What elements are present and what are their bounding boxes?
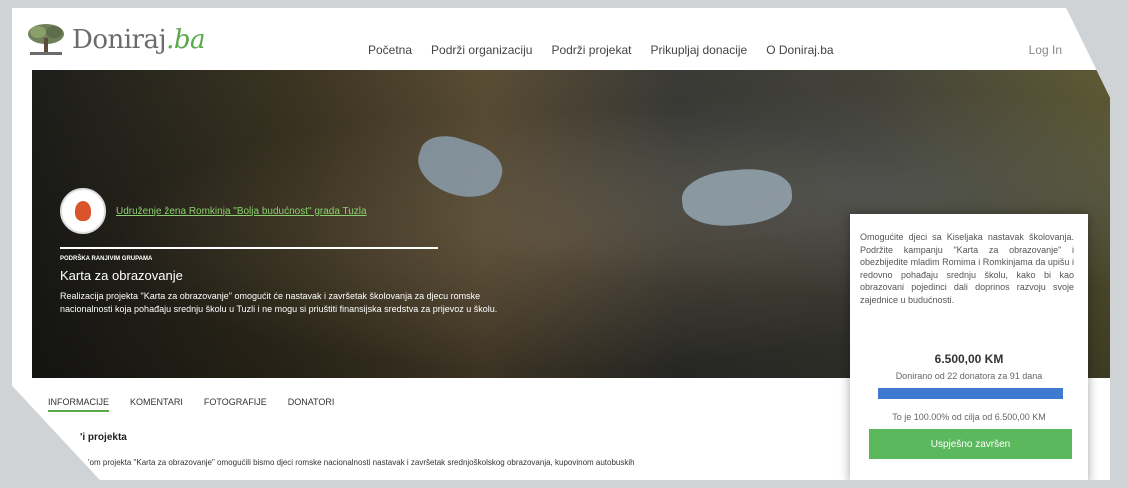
nav-item-podrzi-organizaciju[interactable]: Podrži organizaciju — [431, 43, 532, 57]
project-description: Realizacija projekta "Karta za obrazovan… — [60, 291, 498, 314]
organization-avatar[interactable] — [60, 188, 106, 234]
project-category: PODRŠKA RANJIVIM GRUPAMA — [60, 256, 153, 262]
login-link[interactable]: Log In — [1029, 43, 1062, 57]
project-tabs: INFORMACIJE KOMENTARI FOTOGRAFIJE DONATO… — [48, 397, 355, 412]
project-title: Karta za obrazovanje — [60, 268, 183, 283]
navbar: Doniraj.ba Početna Podrži organizaciju P… — [12, 8, 1110, 70]
section-title: 'i projekta — [80, 432, 127, 443]
progress-fill — [878, 388, 1063, 399]
tree-logo-icon — [28, 24, 64, 55]
donor-count: Donirano od 22 donatora za 91 dana — [895, 371, 1043, 381]
tab-komentari[interactable]: KOMENTARI — [130, 397, 183, 412]
main-menu: Početna Podrži organizaciju Podrži proje… — [368, 43, 853, 57]
goal-text: To je 100.00% od cilja od 6.500,00 KM — [892, 412, 1046, 422]
nav-item-pocetna[interactable]: Početna — [368, 43, 412, 57]
tab-informacije[interactable]: INFORMACIJE — [48, 397, 110, 412]
campaign-summary: Omogućite djeci sa Kiseljaka nastavak šk… — [860, 232, 1074, 305]
organization-row: Udruženje žena Romkinja "Bolja budućnost… — [60, 188, 367, 234]
status-button[interactable]: Uspješno završen — [869, 429, 1072, 459]
org-logo-icon — [75, 201, 91, 221]
tab-fotografije[interactable]: FOTOGRAFIJE — [204, 397, 267, 412]
project-body-text: 'om projekta "Karta za obrazovanje" omog… — [88, 458, 635, 467]
organization-link[interactable]: Udruženje žena Romkinja "Bolja budućnost… — [116, 206, 367, 217]
tab-donatori[interactable]: DONATORI — [288, 397, 335, 412]
divider — [60, 247, 438, 249]
browser-page: Doniraj.ba Početna Podrži organizaciju P… — [12, 8, 1110, 480]
nav-item-prikupljaj-donacije[interactable]: Prikupljaj donacije — [650, 43, 747, 57]
raised-amount: 6.500,00 KM — [934, 352, 1004, 366]
donation-card: Omogućite djeci sa Kiseljaka nastavak šk… — [850, 214, 1088, 480]
progress-bar — [878, 388, 1063, 399]
logo-text: Doniraj.ba — [72, 25, 205, 55]
nav-item-podrzi-projekat[interactable]: Podrži projekat — [551, 43, 631, 57]
logo[interactable]: Doniraj.ba — [24, 22, 205, 58]
nav-item-o-doniraj[interactable]: O Doniraj.ba — [766, 43, 833, 57]
